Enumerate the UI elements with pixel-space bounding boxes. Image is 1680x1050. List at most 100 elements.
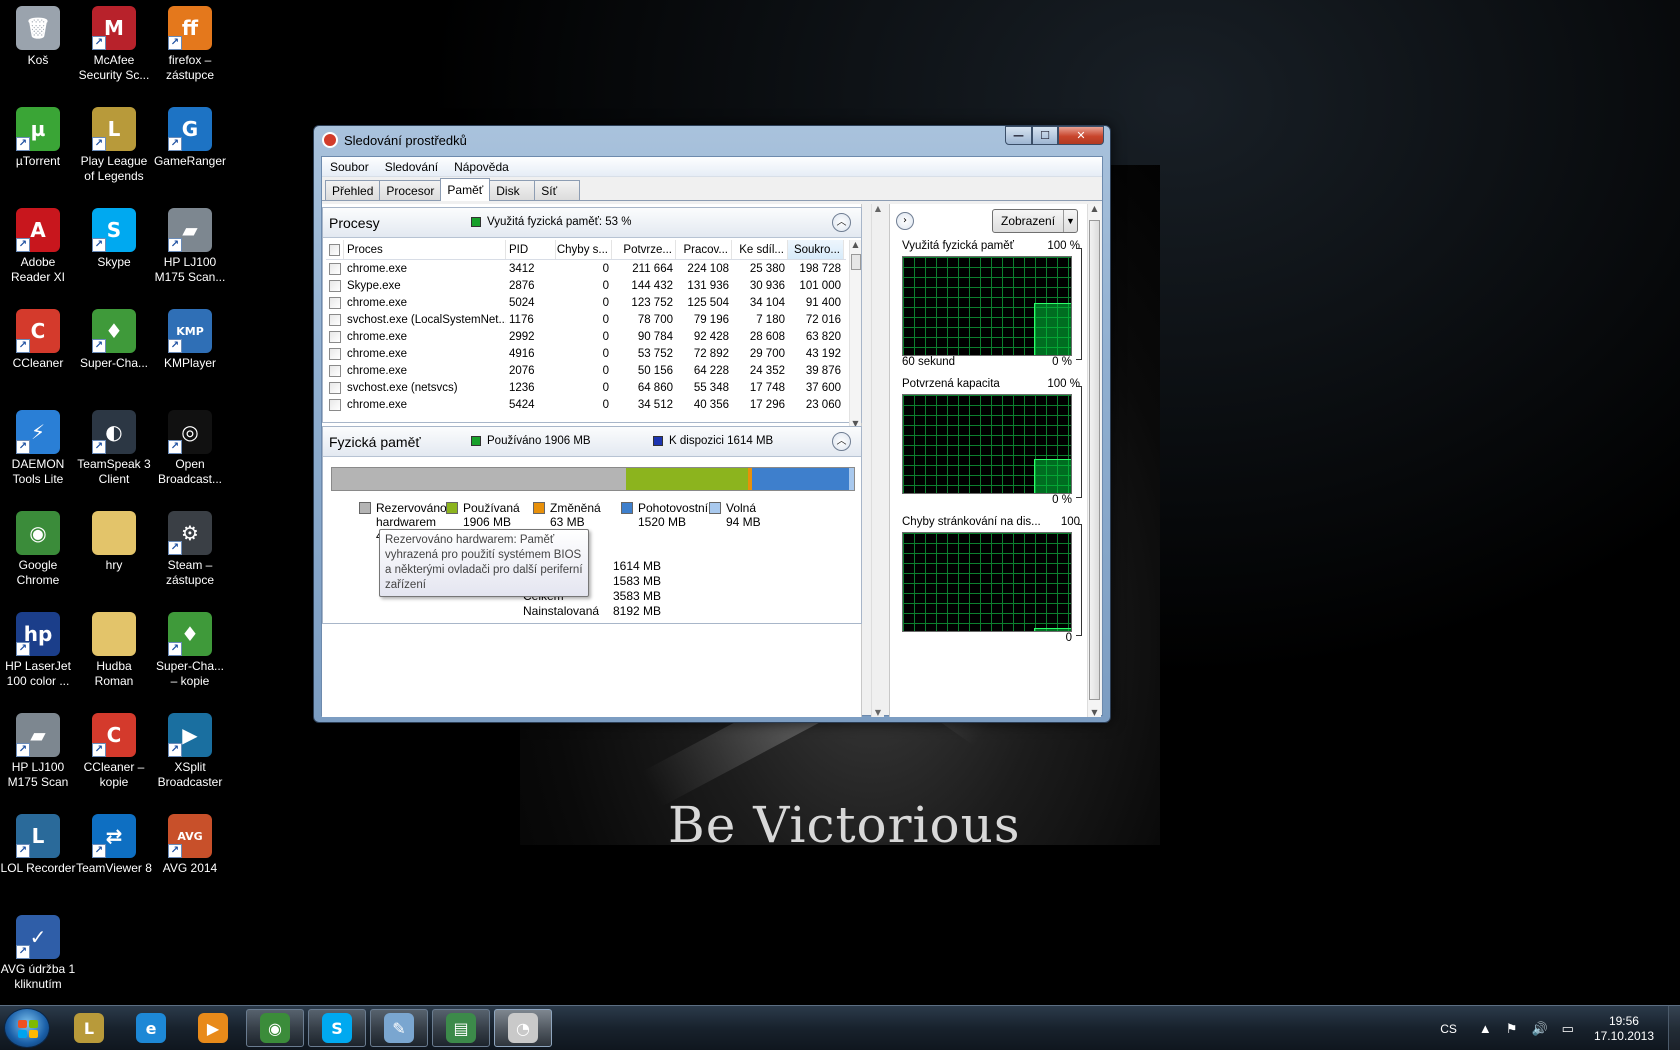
checkbox[interactable] [329, 381, 341, 394]
language-indicator[interactable]: CS [1440, 1022, 1457, 1036]
processes-scrollbar[interactable]: ▲ ▼ [849, 240, 861, 428]
desktop-icon[interactable]: ◉ Google Chrome [0, 511, 76, 588]
scroll-up-icon[interactable]: ▲ [850, 240, 861, 249]
checkbox[interactable] [329, 313, 341, 326]
desktop-icon[interactable]: ♦ ↗ Super-Cha... [76, 309, 152, 371]
desktop-icon[interactable]: C ↗ CCleaner – kopie [76, 713, 152, 790]
desktop-icon[interactable]: S ↗ Skype [76, 208, 152, 270]
minimize-button[interactable]: — [1005, 126, 1032, 145]
desktop-icon[interactable]: ▶ ↗ XSplit Broadcaster [152, 713, 228, 790]
desktop-icon[interactable]: Hudba Roman [76, 612, 152, 689]
taskbar-button[interactable]: e [122, 1009, 180, 1047]
desktop-icon[interactable]: ⇄ ↗ TeamViewer 8 [76, 814, 152, 876]
graphs-scrollbar[interactable]: ▲ ▼ [1087, 204, 1101, 717]
checkbox[interactable] [329, 279, 341, 292]
checkbox[interactable] [329, 296, 341, 309]
desktop-icon[interactable]: L ↗ Play League of Legends [76, 107, 152, 184]
clock[interactable]: 19:56 17.10.2013 [1594, 1014, 1654, 1044]
desktop-icon[interactable]: L ↗ LOL Recorder [0, 814, 76, 876]
desktop-icon[interactable]: ◐ ↗ TeamSpeak 3 Client [76, 410, 152, 487]
column-hard-faults[interactable]: Chyby s... [556, 240, 612, 259]
table-row[interactable]: Skype.exe 2876 0 144 432 131 936 30 936 101 00… [326, 277, 846, 294]
menu-monitor[interactable]: Sledování [377, 160, 446, 174]
chevron-right-icon[interactable]: › [896, 212, 914, 230]
scrollbar-thumb[interactable] [1089, 220, 1100, 700]
tab-memory[interactable]: Paměť [440, 178, 491, 201]
desktop-icon[interactable]: ff ↗ firefox – zástupce [152, 6, 228, 83]
desktop-icon[interactable]: AVG ↗ AVG 2014 [152, 814, 228, 876]
table-row[interactable]: svchost.exe (LocalSystemNet... 1176 0 78 70… [326, 311, 846, 328]
taskbar-button[interactable]: ▤ [432, 1009, 490, 1047]
scroll-up-icon[interactable]: ▲ [872, 204, 884, 213]
maximize-button[interactable]: ☐ [1032, 126, 1058, 145]
column-private[interactable]: Soukro... [788, 240, 844, 259]
taskbar-button[interactable]: ▶ [184, 1009, 242, 1047]
desktop-icon[interactable]: ⚡ ↗ DAEMON Tools Lite [0, 410, 76, 487]
column-commit[interactable]: Potvrze... [612, 240, 676, 259]
desktop-icon[interactable]: 🗑 Koš [0, 6, 76, 68]
scrollbar-thumb[interactable] [851, 254, 861, 270]
tab-disk[interactable]: Disk [489, 180, 536, 200]
network-icon[interactable]: ▭ [1562, 1021, 1574, 1037]
taskbar-button[interactable]: S [308, 1009, 366, 1047]
views-dropdown-button[interactable]: Zobrazení ▼ [992, 209, 1078, 233]
table-row[interactable]: chrome.exe 2076 0 50 156 64 228 24 352 39 876 [326, 362, 846, 379]
column-shareable[interactable]: Ke sdíl... [732, 240, 788, 259]
tab-overview[interactable]: Přehled [325, 180, 381, 200]
tab-cpu[interactable]: Procesor [379, 180, 442, 200]
desktop-icon[interactable]: C ↗ CCleaner [0, 309, 76, 371]
taskbar-button[interactable]: ◉ [246, 1009, 304, 1047]
desktop-icon[interactable]: ▰ ↗ HP LJ100 M175 Scan [0, 713, 76, 790]
checkbox[interactable] [329, 398, 341, 411]
column-process[interactable]: Proces [344, 240, 506, 259]
checkbox[interactable] [329, 262, 341, 275]
checkbox[interactable] [329, 243, 340, 256]
column-pid[interactable]: PID [506, 240, 556, 259]
taskbar-button[interactable]: ◔ [494, 1009, 552, 1047]
show-desktop-button[interactable] [1668, 1006, 1680, 1050]
desktop-icon[interactable]: ◎ ↗ Open Broadcast... [152, 410, 228, 487]
taskbar-button[interactable]: ✎ [370, 1009, 428, 1047]
close-button[interactable]: ✕ [1058, 126, 1104, 145]
start-button[interactable] [4, 1008, 50, 1048]
volume-icon[interactable]: 🔊 [1531, 1021, 1547, 1037]
checkbox[interactable] [329, 330, 341, 343]
collapse-physical-memory-button[interactable]: ︿ [832, 432, 851, 451]
table-row[interactable]: svchost.exe (netsvcs) 1236 0 64 860 55 348 17… [326, 379, 846, 396]
scroll-down-icon[interactable]: ▼ [872, 708, 884, 717]
taskbar-button[interactable]: L [60, 1009, 118, 1047]
table-row[interactable]: chrome.exe 5424 0 34 512 40 356 17 296 23 060 [326, 396, 846, 413]
table-row[interactable]: chrome.exe 3412 0 211 664 224 108 25 380 198 7… [326, 260, 846, 277]
title-bar[interactable]: Sledování prostředků — ☐ ✕ [314, 126, 1110, 154]
menu-file[interactable]: Soubor [322, 160, 377, 174]
column-working-set[interactable]: Pracov... [676, 240, 732, 259]
show-hidden-icons-icon[interactable]: ▲ [1479, 1021, 1492, 1036]
tab-network[interactable]: Síť [534, 180, 581, 200]
collapse-processes-button[interactable]: ︿ [832, 213, 851, 232]
desktop-icon[interactable]: G ↗ GameRanger [152, 107, 228, 169]
left-pane-scrollbar[interactable]: ▲ ▼ [871, 204, 884, 717]
desktop-icon[interactable]: ✓ ↗ AVG údržba 1 kliknutím [0, 915, 76, 992]
processes-header[interactable]: Procesy Využitá fyzická paměť: 53 % ︿ [323, 208, 861, 238]
desktop-icon[interactable]: KMP ↗ KMPlayer [152, 309, 228, 371]
desktop-icon[interactable]: A ↗ Adobe Reader XI [0, 208, 76, 285]
table-row[interactable]: chrome.exe 4916 0 53 752 72 892 29 700 43 192 [326, 345, 846, 362]
menu-help[interactable]: Nápověda [446, 160, 517, 174]
select-all-checkbox[interactable] [326, 240, 344, 259]
desktop-icon[interactable]: ♦ ↗ Super-Cha... – kopie [152, 612, 228, 689]
scroll-up-icon[interactable]: ▲ [1088, 204, 1101, 213]
resource-monitor-window[interactable]: Sledování prostředků — ☐ ✕ Soubor Sledov… [313, 125, 1111, 723]
desktop-icon[interactable]: hp ↗ HP LaserJet 100 color ... [0, 612, 76, 689]
action-center-flag-icon[interactable]: ⚑ [1506, 1021, 1518, 1037]
desktop-icon[interactable]: ▰ ↗ HP LJ100 M175 Scan... [152, 208, 228, 285]
physical-memory-header[interactable]: Fyzická paměť Používáno 1906 MB K dispoz… [323, 427, 861, 457]
table-row[interactable]: chrome.exe 5024 0 123 752 125 504 34 104 91 40… [326, 294, 846, 311]
checkbox[interactable] [329, 347, 341, 360]
table-row[interactable]: chrome.exe 2992 0 90 784 92 428 28 608 63 820 [326, 328, 846, 345]
checkbox[interactable] [329, 364, 341, 377]
desktop-icon[interactable]: hry [76, 511, 152, 573]
desktop-icon[interactable]: M ↗ McAfee Security Sc... [76, 6, 152, 83]
scroll-down-icon[interactable]: ▼ [1088, 708, 1101, 717]
desktop-icon[interactable]: ⚙ ↗ Steam – zástupce [152, 511, 228, 588]
desktop-icon[interactable]: µ ↗ µTorrent [0, 107, 76, 169]
